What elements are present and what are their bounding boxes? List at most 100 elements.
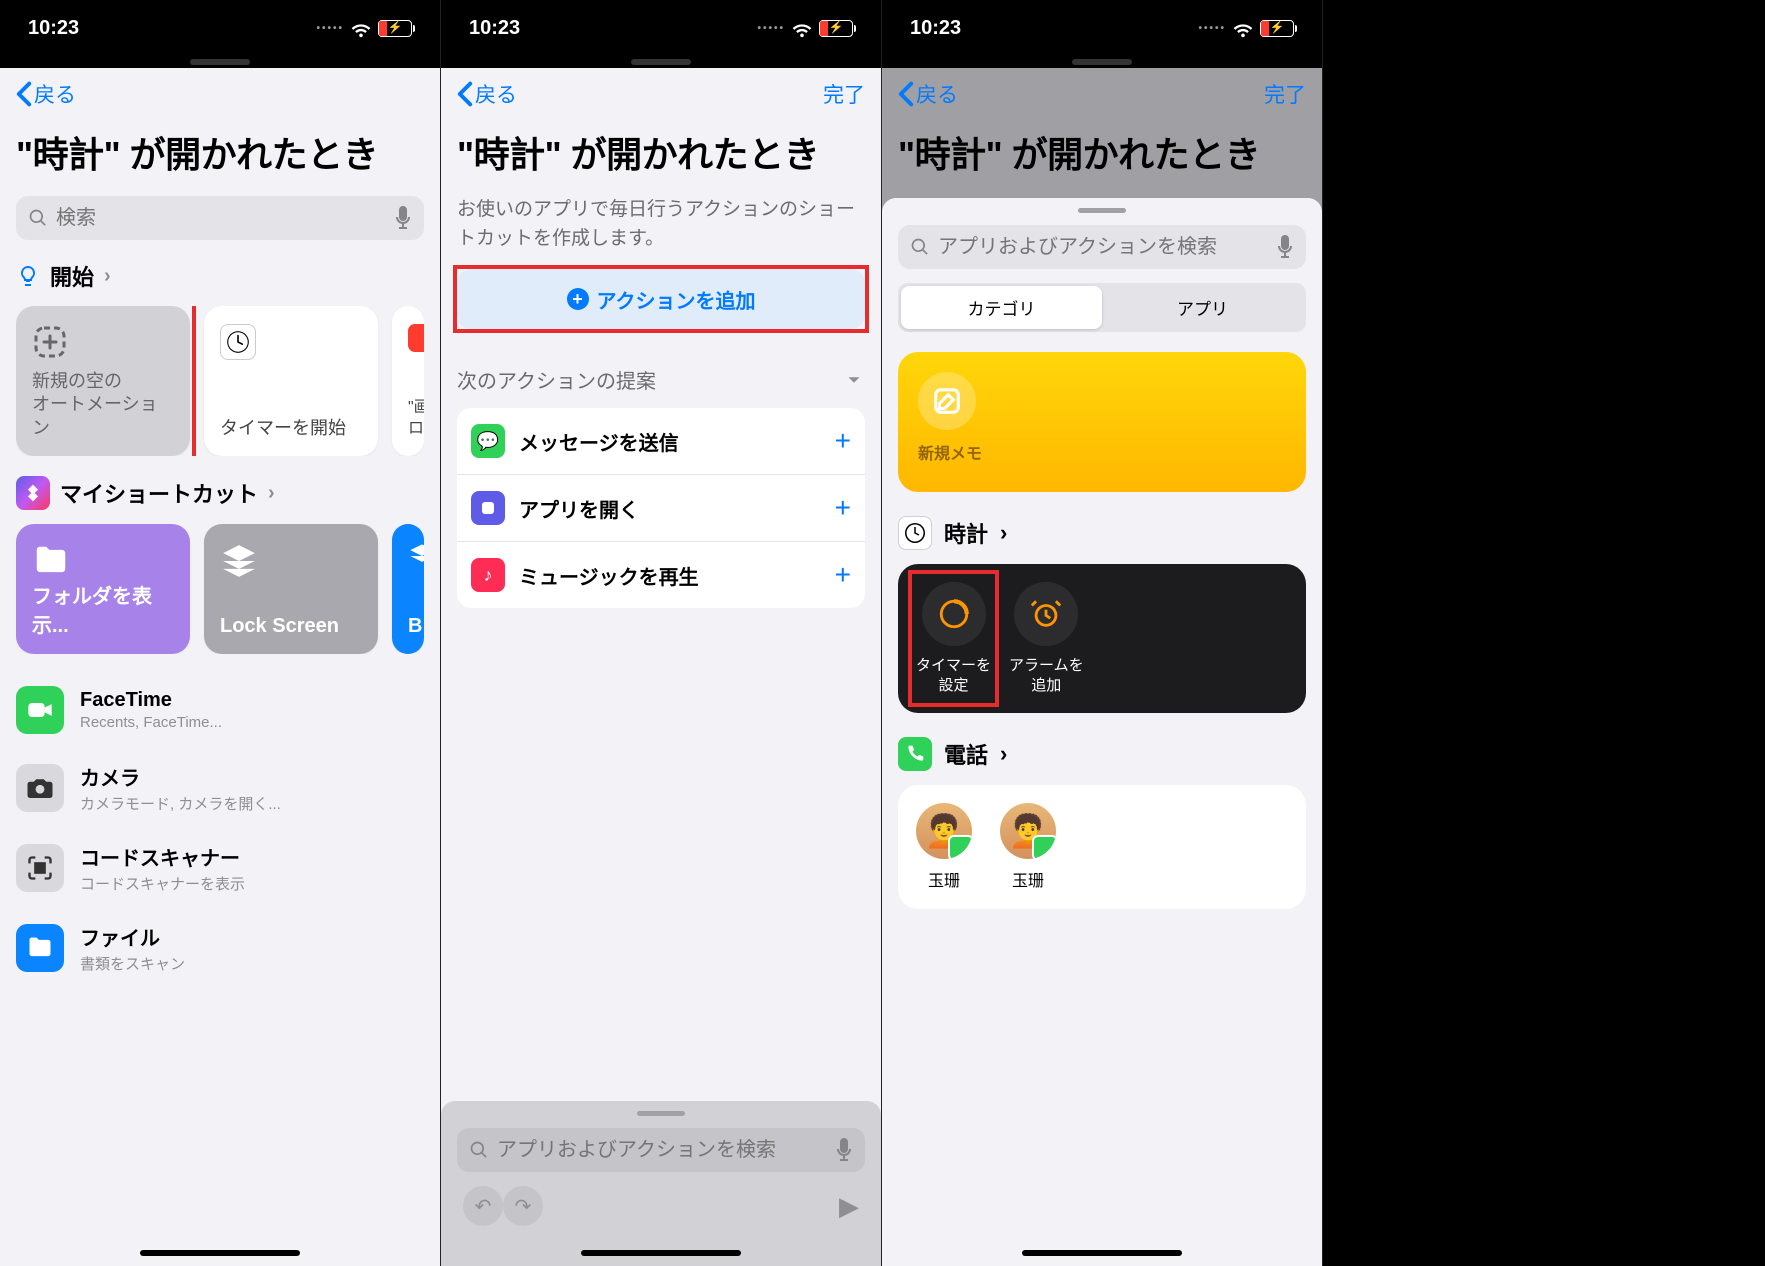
back-button[interactable]: 戻る: [898, 79, 958, 109]
status-time: 10:23: [469, 17, 520, 40]
folder-icon: [32, 542, 70, 580]
app-item-files[interactable]: ファイル書類をスキャン: [16, 908, 424, 988]
partial-blue-card[interactable]: B: [392, 524, 424, 654]
shortcuts-row: フォルダを表示... Lock Screen B: [16, 524, 424, 654]
app-item-facetime[interactable]: FaceTimeRecents, FaceTime...: [16, 672, 424, 748]
contacts-card: 🧑‍🦱 玉珊 🧑‍🦱 玉珊: [898, 785, 1306, 909]
suggestions-header[interactable]: 次のアクションの提案: [457, 365, 865, 394]
status-bar: 10:23 ••••• ⚡: [882, 0, 1322, 56]
suggestions-label: 次のアクションの提案: [457, 365, 656, 394]
red-app-icon: [408, 324, 424, 352]
page-title: "時計" が開かれたとき: [457, 126, 865, 178]
action-play-music[interactable]: ♪ ミュージックを再生 +: [457, 542, 865, 608]
segment-app[interactable]: アプリ: [1102, 286, 1303, 329]
my-shortcuts-header[interactable]: マイショートカット ›: [16, 476, 424, 510]
new-empty-automation-card[interactable]: 新規の空のオートメーション: [16, 306, 190, 456]
clock-section-header[interactable]: 時計 ›: [898, 516, 1306, 550]
mic-icon[interactable]: [394, 206, 412, 230]
screen-3: 10:23 ••••• ⚡ 戻る 完了 "時計" が開かれたとき カテゴリ アプ…: [882, 0, 1323, 1266]
chevron-right-icon: ›: [104, 265, 111, 288]
files-icon: [16, 924, 64, 972]
add-action-label: アクションを追加: [597, 285, 756, 314]
sheet-search-input[interactable]: [938, 236, 1268, 259]
app-text: カメラカメラモード, カメラを開く...: [80, 762, 281, 814]
status-time: 10:23: [910, 17, 961, 40]
bottom-search-input[interactable]: [497, 1139, 827, 1162]
back-button[interactable]: 戻る: [16, 79, 76, 109]
plus-circle-icon: +: [567, 288, 589, 310]
add-icon[interactable]: +: [835, 425, 851, 457]
segmented-control[interactable]: カテゴリ アプリ: [898, 283, 1306, 332]
mic-icon[interactable]: [835, 1138, 853, 1162]
chevron-right-icon: ›: [268, 482, 275, 505]
search-icon: [28, 208, 48, 228]
card-label: タイマーを開始: [220, 417, 362, 440]
lock-screen-card[interactable]: Lock Screen: [204, 524, 378, 654]
contact-item[interactable]: 🧑‍🦱 玉珊: [916, 803, 972, 891]
add-icon[interactable]: +: [835, 559, 851, 591]
grabber-icon[interactable]: [637, 1111, 685, 1116]
app-text: ファイル書類をスキャン: [80, 922, 185, 974]
action-open-app[interactable]: アプリを開く +: [457, 475, 865, 542]
wifi-icon: [791, 17, 813, 39]
clock-label: 時計: [944, 517, 988, 549]
home-indicator[interactable]: [1022, 1250, 1182, 1256]
done-button[interactable]: 完了: [823, 79, 865, 109]
folder-card[interactable]: フォルダを表示...: [16, 524, 190, 654]
bottom-panel[interactable]: ↶ ↷ ▶: [441, 1101, 881, 1266]
back-button[interactable]: 戻る: [457, 79, 517, 109]
add-action-button[interactable]: + アクションを追加: [457, 269, 865, 329]
home-indicator[interactable]: [140, 1250, 300, 1256]
clock-actions-card: タイマーを 設定 アラームを 追加: [898, 564, 1306, 713]
home-indicator[interactable]: [581, 1250, 741, 1256]
app-item-scanner[interactable]: コードスキャナーコードスキャナーを表示: [16, 828, 424, 908]
nav-bar: 戻る 完了: [898, 68, 1306, 120]
music-icon: ♪: [471, 558, 505, 592]
done-button[interactable]: 完了: [1264, 79, 1306, 109]
section-label: マイショートカット: [60, 477, 258, 509]
stack-icon: [220, 542, 258, 580]
qr-scanner-icon: [16, 844, 64, 892]
start-section-header[interactable]: 開始 ›: [16, 260, 424, 292]
timer-icon: [922, 582, 986, 646]
action-send-message[interactable]: 💬 メッセージを送信 +: [457, 408, 865, 475]
partial-card[interactable]: "画ロ: [392, 306, 424, 456]
app-text: コードスキャナーコードスキャナーを表示: [80, 842, 245, 894]
action-label: ミュージックを再生: [519, 561, 821, 590]
sheet-search[interactable]: [898, 225, 1306, 269]
card-label: フォルダを表示...: [32, 580, 174, 638]
app-text: FaceTimeRecents, FaceTime...: [80, 689, 222, 731]
cell-dots-icon: •••••: [316, 23, 344, 34]
add-icon[interactable]: +: [835, 492, 851, 524]
stack-icon: [408, 542, 424, 570]
search-input[interactable]: [56, 207, 386, 230]
app-item-camera[interactable]: カメラカメラモード, カメラを開く...: [16, 748, 424, 828]
phone-section-header[interactable]: 電話 ›: [898, 737, 1306, 771]
undo-button[interactable]: ↶: [463, 1186, 503, 1226]
contact-name: 玉珊: [928, 867, 960, 891]
mic-icon[interactable]: [1276, 235, 1294, 259]
description-text: お使いのアプリで毎日行うアクションのショートカットを作成します。: [457, 196, 865, 253]
action-list: 💬 メッセージを送信 + アプリを開く + ♪ ミュージックを再生 +: [457, 408, 865, 608]
search-field[interactable]: [16, 196, 424, 240]
open-app-icon: [471, 491, 505, 525]
grabber-icon[interactable]: [1078, 208, 1126, 213]
start-label: 開始: [50, 260, 94, 292]
add-alarm-action[interactable]: アラームを 追加: [1009, 582, 1084, 695]
app-list: FaceTimeRecents, FaceTime... カメラカメラモード, …: [16, 672, 424, 988]
start-cards-row: 新規の空のオートメーション タイマーを開始 "画ロ: [16, 306, 424, 456]
contact-item[interactable]: 🧑‍🦱 玉珊: [1000, 803, 1056, 891]
redo-button[interactable]: ↷: [503, 1186, 543, 1226]
back-label: 戻る: [475, 79, 517, 109]
start-timer-card[interactable]: タイマーを開始: [204, 306, 378, 456]
page-title: "時計" が開かれたとき: [16, 126, 424, 178]
status-time: 10:23: [28, 17, 79, 40]
set-timer-action[interactable]: タイマーを 設定: [916, 582, 991, 695]
search-icon: [910, 237, 930, 257]
chevron-down-icon: [843, 369, 865, 391]
play-button[interactable]: ▶: [839, 1191, 859, 1222]
new-memo-card[interactable]: 新規メモ: [898, 352, 1306, 492]
bottom-search[interactable]: [457, 1128, 865, 1172]
segment-category[interactable]: カテゴリ: [901, 286, 1102, 329]
back-label: 戻る: [916, 79, 958, 109]
